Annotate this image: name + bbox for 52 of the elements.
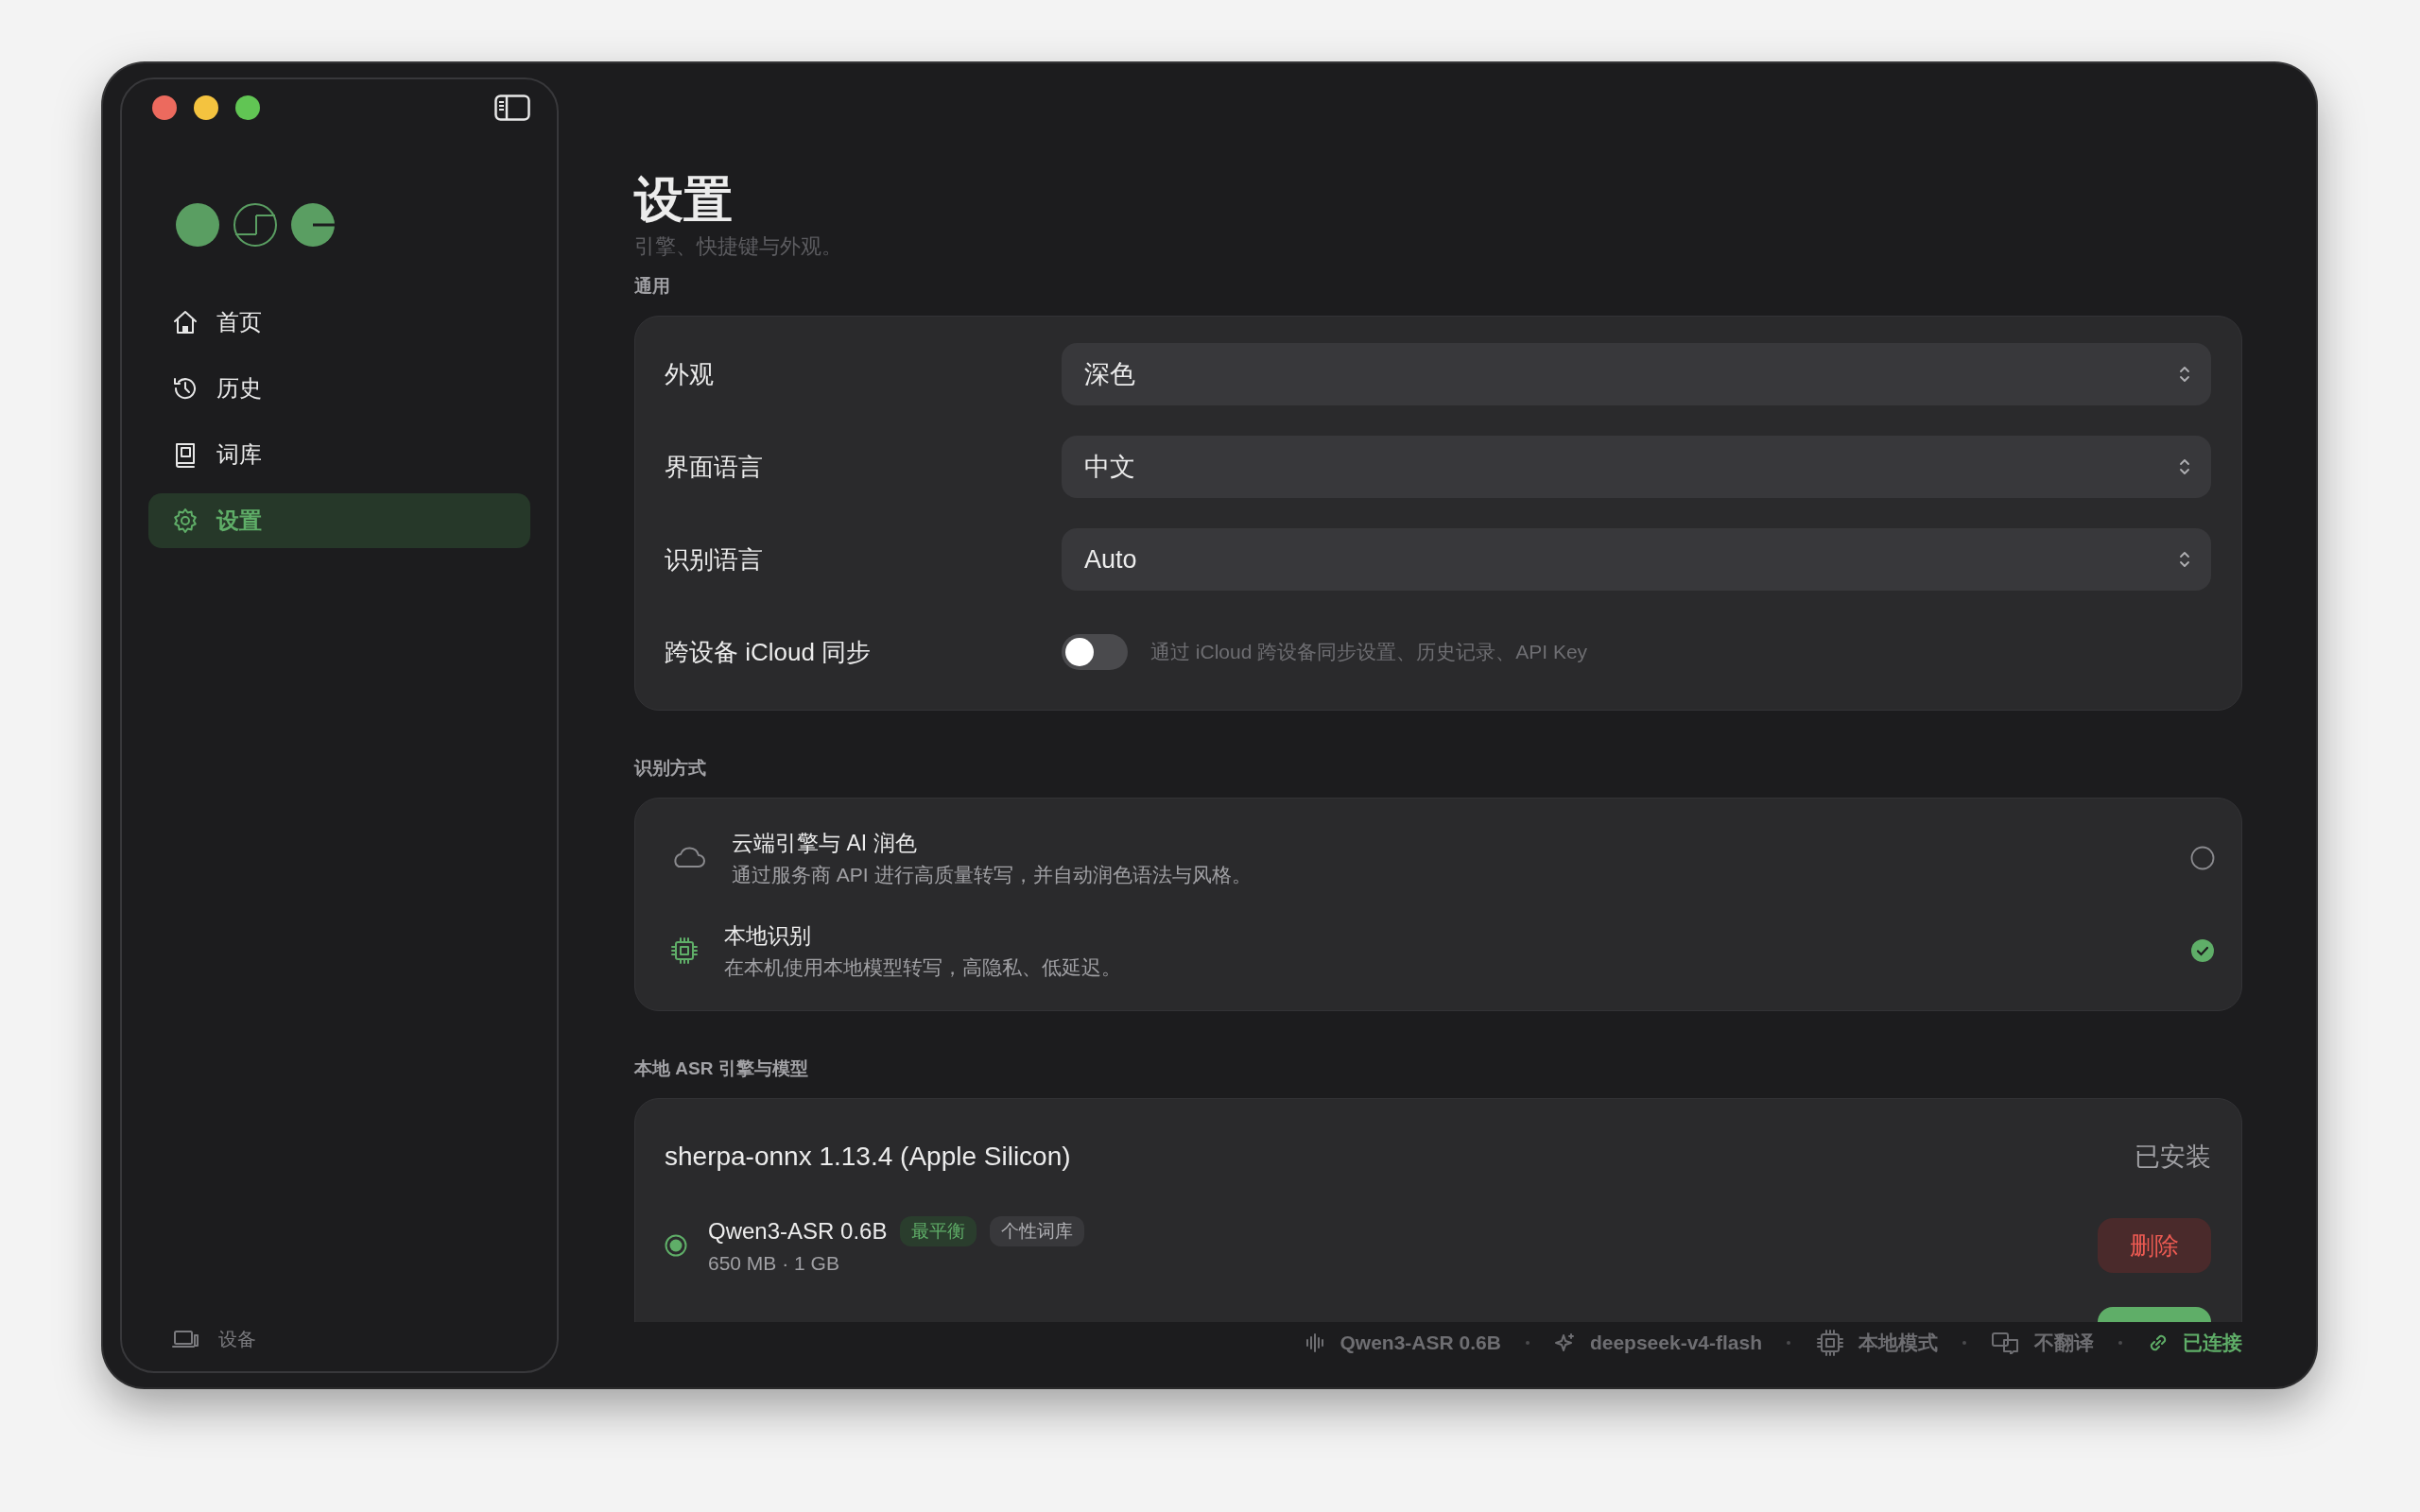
dropdown[interactable]: 中文	[1062, 436, 2211, 499]
sparkle-icon	[1553, 1332, 1577, 1354]
section-heading: 通用	[634, 275, 671, 299]
setting-label: 外观	[665, 358, 715, 390]
engine-name: sherpa-onnx 1.13.4 (Apple Silicon)	[665, 1142, 1071, 1173]
chip-icon	[1815, 1328, 1845, 1358]
home-icon	[171, 308, 199, 336]
radio-button-icon[interactable]	[2190, 846, 2215, 871]
zoom-button[interactable]	[235, 95, 260, 120]
dropdown[interactable]: 深色	[1062, 343, 2211, 406]
checkmark-circle-icon[interactable]	[2190, 938, 2215, 964]
status-item: 本地模式	[1858, 1331, 1938, 1355]
nav-item[interactable]: 历史	[148, 361, 530, 416]
dropdown[interactable]: Auto	[1062, 528, 2211, 592]
setting-label: 识别语言	[665, 543, 764, 576]
nav-item[interactable]: 词库	[148, 427, 530, 482]
minimize-button[interactable]	[194, 95, 218, 120]
page-title: 设置	[634, 171, 734, 229]
sidebar-toggle-icon[interactable]	[494, 94, 530, 121]
chip-icon	[669, 936, 700, 967]
delete-button[interactable]: 删除	[2098, 1218, 2211, 1274]
close-button[interactable]	[152, 95, 177, 120]
laptop-icon	[171, 1328, 199, 1350]
devices-item[interactable]: 设备	[171, 1326, 256, 1352]
toggle-switch[interactable]	[1062, 634, 1128, 671]
nav-item[interactable]: 首页	[148, 295, 530, 350]
section-heading: 本地 ASR 引擎与模型	[634, 1057, 809, 1081]
status-item: deepseek-v4-flash	[1589, 1332, 1762, 1354]
status-item: 不翻译	[2034, 1331, 2094, 1355]
tag: 个性词库	[990, 1216, 1085, 1247]
status-item: 已连接	[2183, 1331, 2242, 1355]
setting-label: 界面语言	[665, 451, 764, 483]
settings-icon	[171, 507, 199, 535]
option-title: 云端引擎与 AI 润色	[732, 829, 918, 857]
model-size: 650 MB · 1 GB	[708, 1252, 840, 1276]
section-heading: 识别方式	[634, 757, 707, 781]
page-subtitle: 引擎、快捷键与外观。	[634, 233, 843, 261]
tag: 最平衡	[900, 1216, 977, 1247]
translate-icon	[1991, 1332, 2021, 1354]
install-status: 已安装	[2135, 1142, 2211, 1174]
option-description: 在本机使用本地模型转写，高隐私、低延迟。	[724, 954, 1122, 980]
option-description: 通过服务商 API 进行高质量转写，并自动润色语法与风格。	[732, 862, 1253, 887]
logo-icon	[175, 202, 336, 248]
option-title: 本地识别	[724, 921, 812, 950]
radio-selected-icon[interactable]	[665, 1234, 687, 1258]
model-name: Qwen3-ASR 0.6B	[708, 1218, 888, 1246]
mode-option[interactable]: 本地识别 在本机使用本地模型转写，高隐私、低延迟。	[669, 904, 2215, 998]
status-item: Qwen3-ASR 0.6B	[1340, 1332, 1501, 1354]
mode-option[interactable]: 云端引擎与 AI 润色 通过服务商 API 进行高质量转写，并自动润色语法与风格。	[669, 812, 2215, 905]
setting-label: 跨设备 iCloud 同步	[665, 636, 873, 668]
setting-description: 通过 iCloud 跨设备同步设置、历史记录、API Key	[1150, 640, 1588, 665]
nav-item[interactable]: 设置	[148, 493, 530, 548]
